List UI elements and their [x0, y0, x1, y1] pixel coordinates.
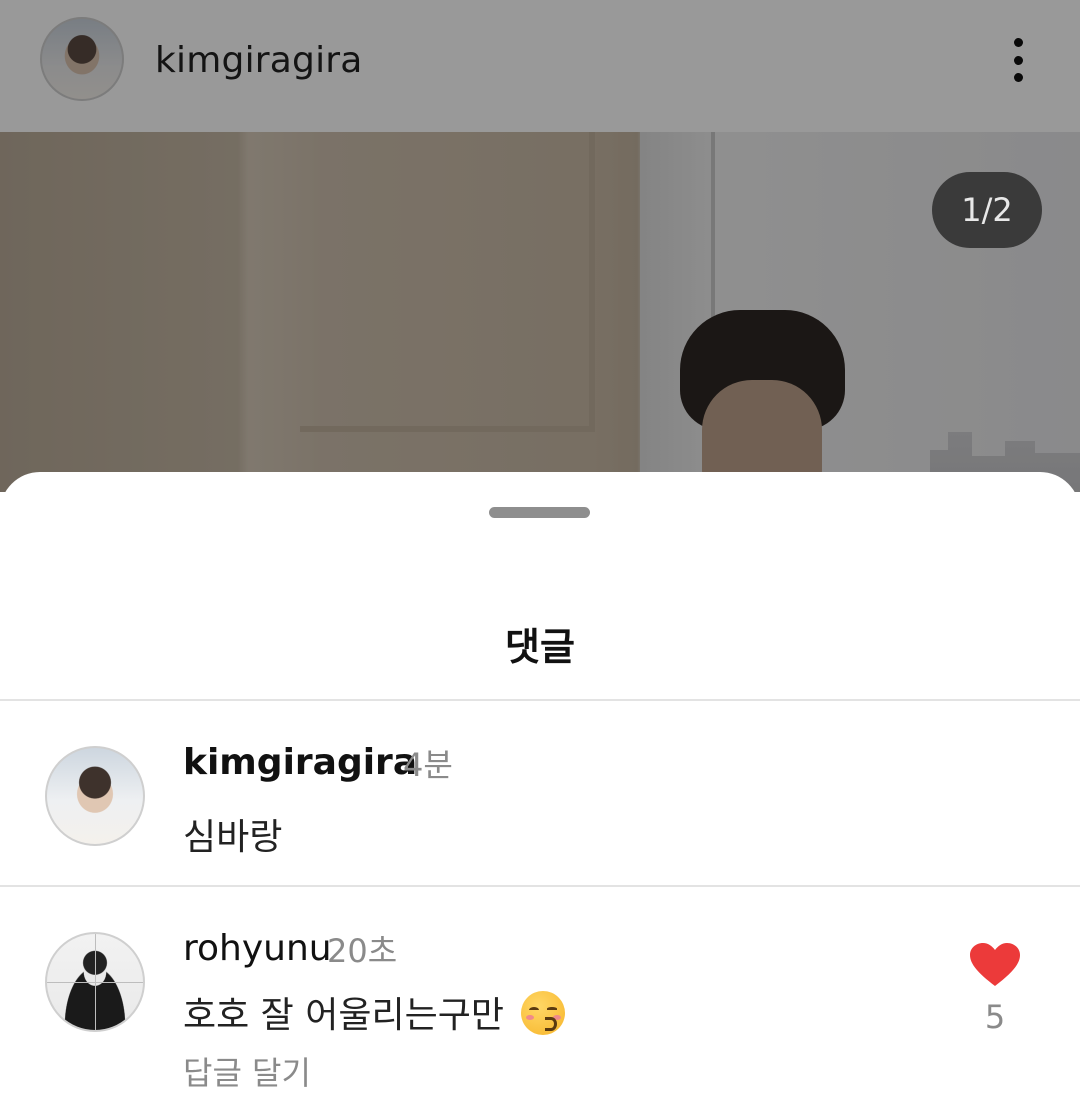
comment-timestamp: 4분 [403, 746, 453, 784]
comment-text-row: 호호 잘 어울리는구만 [183, 986, 566, 1038]
kissing-face-with-smiling-eyes-icon [521, 991, 566, 1035]
avatar[interactable] [45, 746, 145, 846]
sheet-title: 댓글 [505, 625, 575, 669]
app-screen: kimgiragira 1/2 댓글 kimgiragira 4분 심바랑 ro… [0, 0, 1080, 1114]
comment-username[interactable]: rohyunu [183, 928, 332, 969]
heart-icon[interactable] [968, 942, 1022, 988]
sheet-drag-handle[interactable] [489, 507, 590, 518]
comment-timestamp: 20초 [327, 932, 398, 970]
avatar[interactable] [45, 932, 145, 1032]
photo-counter-badge: 1/2 [932, 172, 1042, 248]
comment-text: 호호 잘 어울리는구만 [183, 995, 504, 1036]
comment-text: 심바랑 [183, 817, 283, 858]
dim-overlay[interactable] [0, 0, 1080, 492]
like-count: 5 [984, 998, 1006, 1036]
comments-sheet: 댓글 kimgiragira 4분 심바랑 rohyunu 20초 호호 잘 어… [0, 472, 1080, 1114]
comment-item: rohyunu 20초 호호 잘 어울리는구만 답글 달기 [0, 886, 1080, 1114]
reply-button[interactable]: 답글 달기 [183, 1048, 311, 1094]
comment-username[interactable]: kimgiragira [183, 742, 417, 783]
comment-item: kimgiragira 4분 심바랑 [0, 700, 1080, 885]
